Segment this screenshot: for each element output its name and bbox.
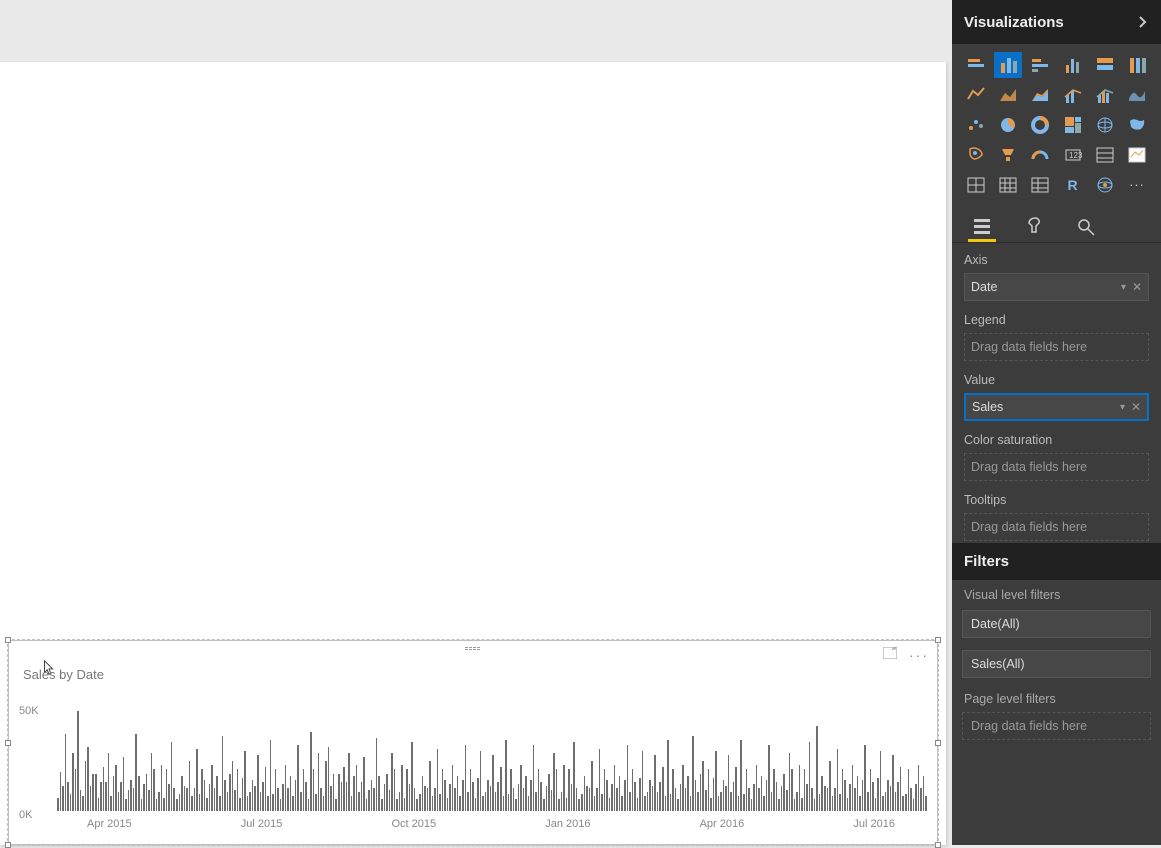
- color-saturation-well-label: Color saturation: [964, 433, 1149, 447]
- viz-donut-icon[interactable]: [1026, 112, 1054, 138]
- tooltips-well-label: Tooltips: [964, 493, 1149, 507]
- viz-map-icon[interactable]: [1091, 112, 1119, 138]
- visualizations-title: Visualizations: [964, 14, 1064, 31]
- viz-area-icon[interactable]: [994, 82, 1022, 108]
- visualizations-header: Visualizations: [952, 0, 1161, 44]
- resize-handle[interactable]: [935, 637, 941, 643]
- viz-clustered-column-icon[interactable]: [1059, 52, 1087, 78]
- viz-pie-icon[interactable]: [994, 112, 1022, 138]
- column-chart-visual[interactable]: ··· Sales by Date 50K 0K Apr 2015 Jul 20…: [8, 640, 938, 845]
- viz-kpi-icon[interactable]: [1091, 142, 1119, 168]
- resize-handle[interactable]: [5, 842, 11, 848]
- viz-waterfall-icon[interactable]: [962, 112, 990, 138]
- viz-line-stacked-column-icon[interactable]: [1059, 82, 1087, 108]
- filter-date[interactable]: Date(All): [962, 610, 1151, 638]
- viz-100-stacked-column-icon[interactable]: [1123, 52, 1151, 78]
- viz-ribbon-icon[interactable]: [1123, 82, 1151, 108]
- color-saturation-well[interactable]: Drag data fields here: [964, 453, 1149, 481]
- filter-sales[interactable]: Sales(All): [962, 650, 1151, 678]
- more-options-icon[interactable]: ···: [909, 647, 929, 663]
- filters-header: Filters: [952, 543, 1161, 580]
- viz-multi-row-card-icon[interactable]: 123: [1059, 142, 1087, 168]
- page-level-filters-label: Page level filters: [952, 684, 1161, 708]
- viz-filled-map-icon[interactable]: [1123, 112, 1151, 138]
- page-level-filter-drop[interactable]: Drag data fields here: [962, 712, 1151, 740]
- viz-arcgis-icon[interactable]: [1091, 172, 1119, 198]
- viz-100-stacked-bar-icon[interactable]: [1091, 52, 1119, 78]
- visualization-gallery: 123 R ···: [952, 44, 1161, 206]
- viz-stacked-bar-icon[interactable]: [962, 52, 990, 78]
- viz-r-script-icon[interactable]: R: [1059, 172, 1087, 198]
- visual-level-filters-label: Visual level filters: [952, 580, 1161, 604]
- svg-text:123: 123: [1069, 151, 1083, 160]
- fields-tab-icon[interactable]: [968, 212, 996, 242]
- legend-well[interactable]: Drag data fields here: [964, 333, 1149, 361]
- x-axis-labels: Apr 2015 Jul 2015 Oct 2015 Jan 2016 Apr …: [57, 818, 925, 830]
- chevron-down-icon[interactable]: ▾: [1121, 282, 1126, 293]
- viz-clustered-bar-icon[interactable]: [1026, 52, 1054, 78]
- move-grip-icon[interactable]: [465, 647, 481, 651]
- value-well-label: Value: [964, 373, 1149, 387]
- viz-stacked-area-icon[interactable]: [1026, 82, 1054, 108]
- analytics-tab-icon[interactable]: [1072, 212, 1100, 242]
- resize-handle[interactable]: [5, 740, 11, 746]
- chevron-down-icon[interactable]: ▾: [1120, 402, 1125, 413]
- viz-funnel-icon[interactable]: [962, 142, 990, 168]
- viz-line-icon[interactable]: [962, 82, 990, 108]
- report-canvas-area: ··· Sales by Date 50K 0K Apr 2015 Jul 20…: [0, 0, 952, 845]
- viz-table2-icon[interactable]: [1026, 172, 1054, 198]
- resize-handle[interactable]: [935, 842, 941, 848]
- viz-treemap-icon[interactable]: [1059, 112, 1087, 138]
- viz-card-icon[interactable]: [1026, 142, 1054, 168]
- viz-line-clustered-column-icon[interactable]: [1091, 82, 1119, 108]
- y-axis-labels: 50K 0K: [19, 705, 49, 821]
- viz-matrix-icon[interactable]: [962, 172, 990, 198]
- report-page[interactable]: ··· Sales by Date 50K 0K Apr 2015 Jul 20…: [0, 62, 946, 845]
- remove-field-icon[interactable]: ✕: [1132, 280, 1142, 294]
- visualizations-pane: Visualizations 123 R ··· Axis Date ▾ ✕ Leg…: [952, 0, 1161, 845]
- value-well[interactable]: Sales ▾ ✕: [964, 393, 1149, 421]
- remove-field-icon[interactable]: ✕: [1131, 400, 1141, 414]
- tooltips-well[interactable]: Drag data fields here: [964, 513, 1149, 541]
- viz-stacked-column-icon[interactable]: [994, 52, 1022, 78]
- collapse-pane-icon[interactable]: [1137, 16, 1149, 28]
- viz-slicer-icon[interactable]: [1123, 142, 1151, 168]
- focus-mode-icon[interactable]: [883, 647, 897, 663]
- format-tab-icon[interactable]: [1020, 212, 1048, 242]
- chart-bars: [57, 705, 925, 811]
- viz-more-icon[interactable]: ···: [1123, 172, 1151, 198]
- value-field-value: Sales: [972, 400, 1003, 414]
- chart-title: Sales by Date: [23, 667, 104, 682]
- axis-well[interactable]: Date ▾ ✕: [964, 273, 1149, 301]
- resize-handle[interactable]: [5, 637, 11, 643]
- viz-table-icon[interactable]: [994, 172, 1022, 198]
- field-format-analytics-tabs: [952, 206, 1161, 243]
- resize-handle[interactable]: [935, 740, 941, 746]
- viz-gauge-icon[interactable]: [994, 142, 1022, 168]
- axis-field-value: Date: [971, 280, 997, 294]
- legend-well-label: Legend: [964, 313, 1149, 327]
- axis-well-label: Axis: [964, 253, 1149, 267]
